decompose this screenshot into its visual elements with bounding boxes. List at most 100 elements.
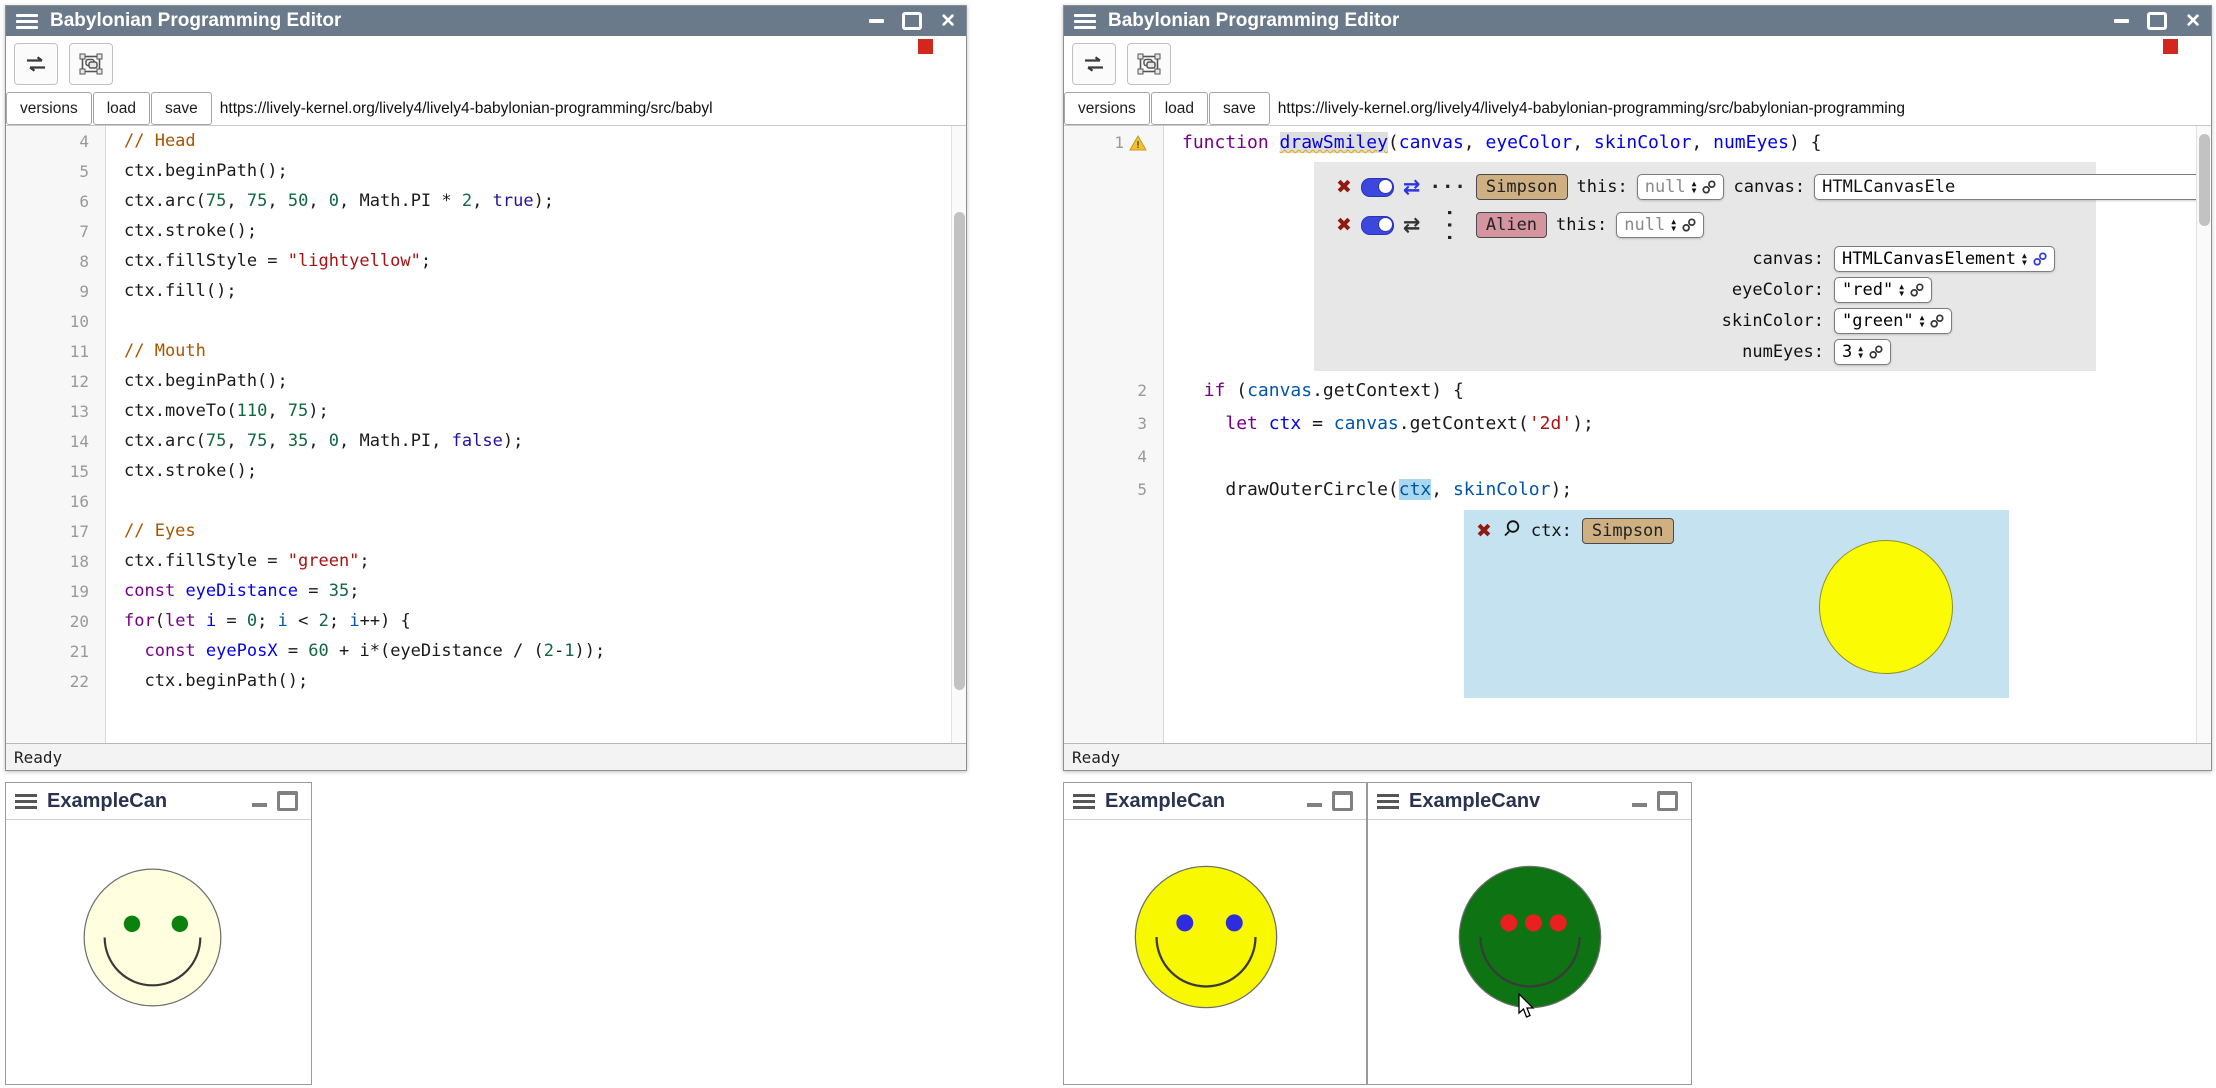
param-value-box[interactable]: HTMLCanvasEle (1814, 174, 2211, 200)
scrollbar-thumb[interactable] (954, 212, 965, 690)
line-number: 12 (6, 366, 106, 396)
param-label: numEyes: (1314, 342, 1834, 362)
code-line: 21 const eyePosX = 60 + i*(eyeDistance /… (6, 636, 966, 666)
line-number: 3 (1064, 407, 1164, 440)
versions-button[interactable]: versions (1064, 92, 1150, 125)
close-icon[interactable]: ✕ (940, 12, 956, 31)
code-line: 7ctx.stroke(); (6, 216, 966, 246)
link-icon[interactable] (1910, 283, 1924, 297)
link-icon[interactable] (1930, 314, 1944, 328)
code-line: 1!function drawSmiley(canvas, eyeColor, … (1064, 126, 2211, 159)
delete-probe-icon[interactable]: ✖ (1476, 522, 1492, 541)
link-icon[interactable] (1682, 218, 1696, 232)
param-value: HTMLCanvasElement (1842, 249, 2016, 269)
gutter (1064, 702, 1164, 743)
hamburger-icon[interactable] (1377, 794, 1399, 809)
title-bar[interactable]: ExampleCanv (1368, 783, 1691, 820)
minimize-icon[interactable] (1632, 803, 1647, 807)
stepper-icon[interactable]: ▲▼ (1920, 314, 1925, 328)
line-number: 6 (6, 186, 106, 216)
example-toggle[interactable] (1361, 178, 1394, 197)
url-field[interactable]: https://lively-kernel.org/lively4/lively… (1271, 92, 2211, 125)
example-toggle[interactable] (1361, 216, 1394, 235)
minimize-icon[interactable] (252, 803, 267, 807)
save-button[interactable]: save (151, 92, 212, 125)
code-line: 20for(let i = 0; i < 2; i++) { (6, 606, 966, 636)
toggle-knob (1378, 217, 1393, 232)
scrollbar-thumb[interactable] (2199, 134, 2210, 226)
transform-button[interactable] (69, 43, 113, 85)
minimize-icon[interactable] (2114, 19, 2129, 23)
scrollbar-track[interactable] (2196, 126, 2211, 743)
status-bar: Ready (6, 743, 966, 770)
link-icon[interactable] (1702, 180, 1716, 194)
code-text: drawOuterCircle(ctx, skinColor); (1164, 473, 2211, 506)
probe-var-label: ctx: (1531, 521, 1572, 541)
param-value-box[interactable]: null ▲▼ (1637, 174, 1725, 200)
param-value: 3 (1842, 342, 1852, 362)
swap-arrows-button[interactable] (14, 43, 58, 85)
more-options-icon[interactable]: ··· (1439, 206, 1458, 243)
maximize-icon[interactable] (1657, 791, 1678, 811)
link-icon[interactable] (1869, 345, 1883, 359)
stepper-icon[interactable]: ▲▼ (1692, 180, 1697, 194)
window-title: ExampleCan (47, 790, 242, 813)
param-value-box[interactable]: "red"▲▼ (1834, 277, 1932, 303)
code-editor[interactable]: 4// Head5ctx.beginPath();6ctx.arc(75, 75… (6, 126, 966, 743)
probe-widget: ✖ ctx: Simpson (1464, 510, 2009, 698)
maximize-icon[interactable] (902, 12, 922, 30)
minimize-icon[interactable] (1307, 803, 1322, 807)
code-text: let ctx = canvas.getContext('2d'); (1164, 407, 2211, 440)
hamburger-icon[interactable] (15, 794, 37, 809)
stepper-icon[interactable]: ▲▼ (1858, 345, 1863, 359)
hamburger-icon[interactable] (1074, 14, 1096, 29)
hamburger-icon[interactable] (1073, 794, 1095, 809)
title-bar[interactable]: ExampleCan (6, 783, 311, 820)
param-label: canvas: (1733, 177, 1805, 197)
url-field[interactable]: https://lively-kernel.org/lively4/lively… (213, 92, 966, 125)
maximize-icon[interactable] (2147, 12, 2167, 30)
code-text (106, 306, 966, 336)
versions-button[interactable]: versions (6, 92, 92, 125)
link-icon[interactable] (2033, 252, 2047, 266)
example-name-badge[interactable]: Simpson (1476, 174, 1568, 200)
canvas-window-2: ExampleCan (1063, 782, 1367, 1085)
param-value-box[interactable]: "green"▲▼ (1834, 308, 1952, 334)
maximize-icon[interactable] (277, 791, 298, 811)
minimize-icon[interactable] (869, 19, 884, 23)
code-editor[interactable]: 1!function drawSmiley(canvas, eyeColor, … (1064, 126, 2211, 743)
load-button[interactable]: load (1151, 92, 1208, 125)
delete-example-icon[interactable]: ✖ (1336, 216, 1352, 235)
swap-arrows-icon (1082, 56, 1106, 72)
title-bar[interactable]: Babylonian Programming Editor ✕ (6, 6, 966, 36)
title-bar[interactable]: Babylonian Programming Editor ✕ (1064, 6, 2211, 36)
example-name-badge[interactable]: Alien (1476, 212, 1547, 238)
magnifier-icon[interactable] (1502, 519, 1521, 543)
more-options-icon[interactable]: ··· (1430, 178, 1467, 197)
line-number: 21 (6, 636, 106, 666)
param-value-box[interactable]: 3 ▲▼ (1834, 339, 1891, 365)
hamburger-icon[interactable] (16, 14, 38, 29)
code-text: for(let i = 0; i < 2; i++) { (106, 606, 966, 636)
title-bar[interactable]: ExampleCan (1064, 783, 1366, 820)
transform-button[interactable] (1127, 43, 1171, 85)
scrollbar-track[interactable] (951, 126, 966, 743)
code-line: 19const eyeDistance = 35; (6, 576, 966, 606)
stepper-icon[interactable]: ▲▼ (1671, 218, 1676, 232)
toolbar (1064, 36, 2211, 92)
line-number: 19 (6, 576, 106, 606)
stepper-icon[interactable]: ▲▼ (2022, 252, 2027, 266)
maximize-icon[interactable] (1332, 791, 1353, 811)
load-button[interactable]: load (93, 92, 150, 125)
delete-example-icon[interactable]: ✖ (1336, 178, 1352, 197)
param-value-box[interactable]: HTMLCanvasElement ▲▼ (1834, 246, 2055, 272)
param-value-box[interactable]: null ▲▼ (1616, 212, 1704, 238)
stepper-icon[interactable]: ▲▼ (1899, 283, 1904, 297)
swap-arrows-button[interactable] (1072, 43, 1116, 85)
swap-example-icon[interactable]: ⇄ (1403, 177, 1421, 198)
save-button[interactable]: save (1209, 92, 1270, 125)
swap-example-icon[interactable]: ⇄ (1403, 215, 1421, 236)
close-icon[interactable]: ✕ (2185, 12, 2201, 31)
status-bar: Ready (1064, 743, 2211, 770)
probe-example-badge[interactable]: Simpson (1582, 518, 1674, 544)
